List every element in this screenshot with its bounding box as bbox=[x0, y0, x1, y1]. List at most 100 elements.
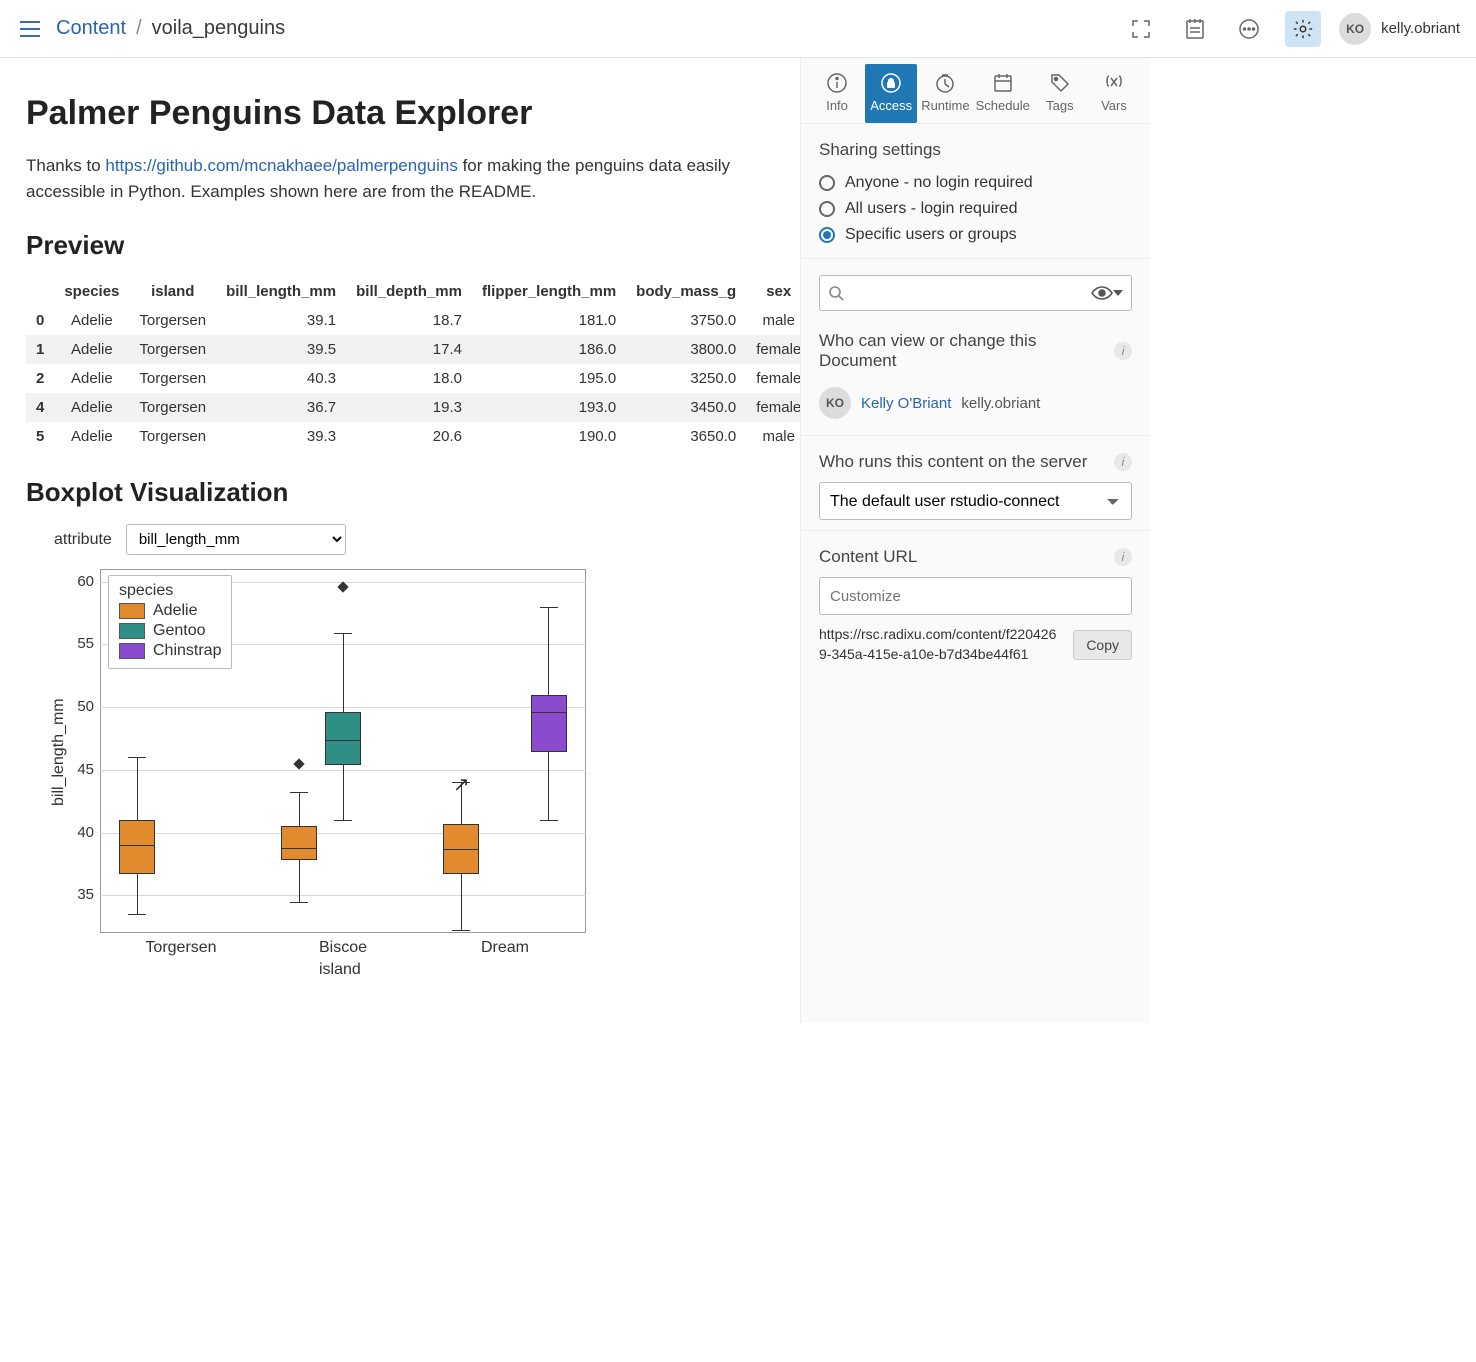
side-tab-label: Info bbox=[826, 98, 848, 113]
preview-heading: Preview bbox=[26, 230, 774, 261]
menu-button[interactable] bbox=[16, 15, 44, 43]
viewers-heading: Who can view or change this Document bbox=[819, 331, 1114, 371]
schedule-icon bbox=[992, 72, 1014, 94]
runas-heading: Who runs this content on the server bbox=[819, 452, 1087, 472]
settings-button[interactable] bbox=[1285, 11, 1321, 47]
legend-title: species bbox=[119, 582, 221, 600]
legend-item: Adelie bbox=[119, 602, 221, 620]
eye-icon bbox=[1091, 285, 1113, 301]
col-bill_length_mm: bill_length_mm bbox=[216, 277, 346, 306]
runtime-icon bbox=[934, 72, 956, 94]
ytick-label: 50 bbox=[64, 698, 94, 715]
ytick-label: 60 bbox=[64, 573, 94, 590]
table-row: 0AdelieTorgersen39.118.7181.03750.0male2… bbox=[26, 306, 865, 335]
radio-icon bbox=[819, 201, 835, 217]
table-row: 1AdelieTorgersen39.517.4186.03800.0femal… bbox=[26, 335, 865, 364]
radio-icon bbox=[819, 175, 835, 191]
avatar: KO bbox=[819, 387, 851, 419]
col-index bbox=[26, 277, 54, 306]
attribute-label: attribute bbox=[54, 531, 112, 549]
sharing-option-allusers[interactable]: All users - login required bbox=[819, 196, 1132, 222]
chart-legend: speciesAdelieGentooChinstrap bbox=[108, 575, 232, 669]
visibility-toggle[interactable] bbox=[1091, 285, 1123, 301]
sharing-option-label: All users - login required bbox=[845, 200, 1018, 218]
content-url-input[interactable] bbox=[819, 577, 1132, 615]
ytick-label: 55 bbox=[64, 635, 94, 652]
radio-icon bbox=[819, 227, 835, 243]
side-tab-label: Runtime bbox=[921, 98, 969, 113]
side-tab-label: Tags bbox=[1046, 98, 1073, 113]
tags-icon bbox=[1049, 72, 1071, 94]
side-tab-access[interactable]: Access bbox=[865, 64, 917, 123]
runas-select[interactable]: The default user rstudio-connect bbox=[819, 482, 1132, 520]
preview-table: speciesislandbill_length_mmbill_depth_mm… bbox=[26, 277, 865, 451]
fullscreen-icon bbox=[1131, 19, 1151, 39]
viewer-row[interactable]: KO Kelly O'Briant kelly.obriant bbox=[819, 381, 1132, 425]
content-url-heading: Content URL bbox=[819, 547, 917, 567]
col-bill_depth_mm: bill_depth_mm bbox=[346, 277, 472, 306]
ytick-label: 35 bbox=[64, 886, 94, 903]
side-tab-vars[interactable]: Vars bbox=[1088, 64, 1140, 123]
info-icon[interactable]: i bbox=[1114, 453, 1132, 471]
page-title: Palmer Penguins Data Explorer bbox=[26, 94, 774, 133]
vars-icon bbox=[1103, 72, 1125, 94]
side-tab-label: Schedule bbox=[976, 98, 1030, 113]
sharing-heading: Sharing settings bbox=[819, 140, 1132, 160]
avatar: KO bbox=[1339, 13, 1371, 45]
col-island: island bbox=[129, 277, 216, 306]
attribute-select[interactable]: bill_length_mm bbox=[126, 524, 346, 555]
table-row: 4AdelieTorgersen36.719.3193.03450.0femal… bbox=[26, 393, 865, 422]
info-icon[interactable]: i bbox=[1114, 548, 1132, 566]
logs-button[interactable] bbox=[1177, 11, 1213, 47]
side-tab-runtime[interactable]: Runtime bbox=[919, 64, 971, 123]
more-ellipsis-icon bbox=[1238, 18, 1260, 40]
viewer-handle: kelly.obriant bbox=[961, 395, 1040, 412]
content-url-text: https://rsc.radixu.com/content/f2204269-… bbox=[819, 625, 1063, 664]
side-tab-tags[interactable]: Tags bbox=[1034, 64, 1086, 123]
xtick-label: Biscoe bbox=[319, 939, 367, 957]
box-gentoo-biscoe bbox=[325, 712, 361, 765]
xtick-label: Torgersen bbox=[145, 939, 216, 957]
table-row: 5AdelieTorgersen39.320.6190.03650.0male2… bbox=[26, 422, 865, 451]
side-tab-label: Access bbox=[870, 98, 912, 113]
user-handle: kelly.obriant bbox=[1381, 20, 1460, 37]
breadcrumb-leaf: voila_penguins bbox=[152, 17, 285, 40]
y-axis-label: bill_length_mm bbox=[50, 698, 68, 806]
x-axis-label: island bbox=[319, 961, 361, 979]
copy-button[interactable]: Copy bbox=[1073, 630, 1132, 660]
sharing-option-specific[interactable]: Specific users or groups bbox=[819, 222, 1132, 248]
user-search-input[interactable] bbox=[852, 284, 1083, 303]
sharing-option-anyone[interactable]: Anyone - no login required bbox=[819, 170, 1132, 196]
side-tab-label: Vars bbox=[1101, 98, 1127, 113]
sharing-option-label: Anyone - no login required bbox=[845, 174, 1033, 192]
gear-icon bbox=[1292, 18, 1314, 40]
fullscreen-button[interactable] bbox=[1123, 11, 1159, 47]
user-chip[interactable]: KO kelly.obriant bbox=[1339, 13, 1460, 45]
boxplot-chart: 354045505560TorgersenBiscoeDreambill_len… bbox=[36, 563, 596, 983]
more-button[interactable] bbox=[1231, 11, 1267, 47]
intro-text: Thanks to https://github.com/mcnakhaee/p… bbox=[26, 153, 774, 204]
hamburger-icon bbox=[19, 20, 41, 38]
side-tab-info[interactable]: Info bbox=[811, 64, 863, 123]
search-icon bbox=[828, 285, 844, 301]
info-icon[interactable]: i bbox=[1114, 342, 1132, 360]
sharing-option-label: Specific users or groups bbox=[845, 226, 1017, 244]
ytick-label: 40 bbox=[64, 824, 94, 841]
caret-down-icon bbox=[1113, 290, 1123, 296]
breadcrumb: Content / voila_penguins bbox=[56, 17, 285, 40]
col-flipper_length_mm: flipper_length_mm bbox=[472, 277, 626, 306]
breadcrumb-root[interactable]: Content bbox=[56, 17, 126, 40]
xtick-label: Dream bbox=[481, 939, 529, 957]
col-species: species bbox=[54, 277, 129, 306]
box-chinstrap-dream bbox=[531, 695, 567, 753]
table-row: 2AdelieTorgersen40.318.0195.03250.0femal… bbox=[26, 364, 865, 393]
side-tab-schedule[interactable]: Schedule bbox=[974, 64, 1032, 123]
viewer-name: Kelly O'Briant bbox=[861, 395, 951, 412]
box-adelie-biscoe bbox=[281, 826, 317, 860]
breadcrumb-sep: / bbox=[136, 17, 142, 40]
intro-link[interactable]: https://github.com/mcnakhaee/palmerpengu… bbox=[105, 156, 457, 175]
box-adelie-torgersen bbox=[119, 820, 155, 874]
info-icon bbox=[826, 72, 848, 94]
notepad-icon bbox=[1185, 18, 1205, 40]
user-search[interactable] bbox=[819, 275, 1132, 311]
